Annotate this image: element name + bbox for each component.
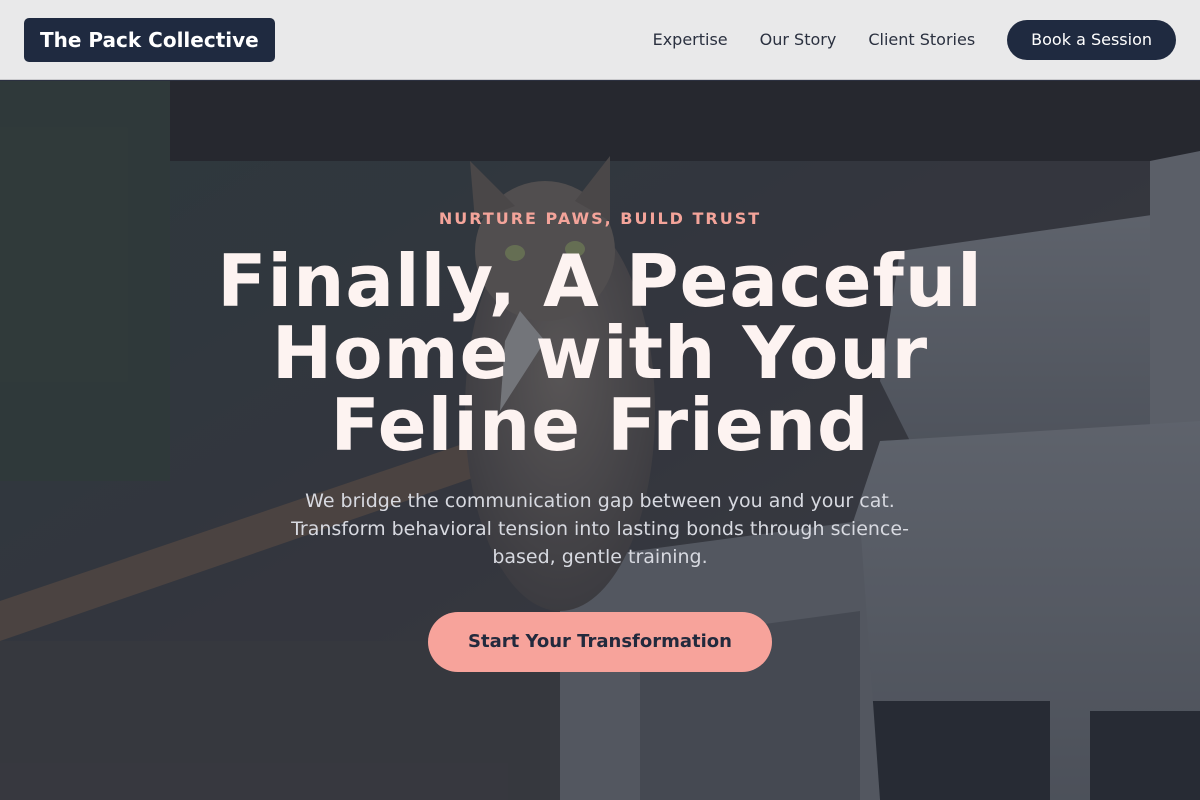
start-transformation-button[interactable]: Start Your Transformation [428,612,772,672]
nav-link-client-stories[interactable]: Client Stories [868,20,975,60]
nav-link-expertise[interactable]: Expertise [653,20,728,60]
hero-eyebrow: NURTURE PAWS, BUILD TRUST [438,209,762,228]
hero-section: NURTURE PAWS, BUILD TRUST Finally, A Pea… [0,81,1200,800]
nav-link-our-story[interactable]: Our Story [760,20,837,60]
main-nav: Expertise Our Story Client Stories Book … [653,20,1176,60]
hero-headline: Finally, A Peaceful Home with Your Felin… [217,239,983,467]
site-header: The Pack Collective Expertise Our Story … [0,0,1200,80]
hero-subtitle: We bridge the communication gap between … [291,490,909,568]
brand-logo[interactable]: The Pack Collective [24,18,275,62]
book-session-button[interactable]: Book a Session [1007,20,1176,60]
